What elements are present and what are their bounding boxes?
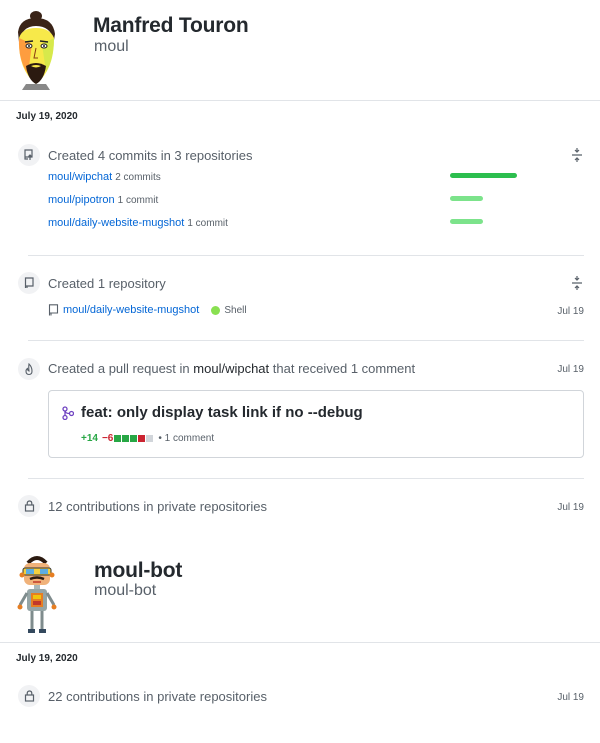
created-repo-row: moul/daily-website-mugshot Shell xyxy=(48,304,247,316)
commit-bar xyxy=(450,219,483,224)
commit-count[interactable]: 1 commit xyxy=(118,195,159,206)
commit-repo-row: moul/wipchat 2 commits xyxy=(48,171,161,183)
pull-request-card: feat: only display task link if no --deb… xyxy=(48,390,584,458)
lock-icon xyxy=(18,495,40,517)
profile-header: Manfred Touron moul xyxy=(0,0,600,100)
lock-icon xyxy=(18,685,40,707)
commits-event-title: Created 4 commits in 3 repositories xyxy=(48,148,253,163)
avatar[interactable] xyxy=(14,553,60,637)
commit-count[interactable]: 1 commit xyxy=(187,218,228,229)
divider xyxy=(28,255,584,256)
repo-event-title: Created 1 repository xyxy=(48,276,166,291)
commit-repo-row: moul/pipotron 1 commit xyxy=(48,194,158,206)
diff-box xyxy=(114,435,122,442)
avatar[interactable] xyxy=(10,10,62,90)
diff-box xyxy=(138,435,146,442)
repo-link[interactable]: moul/daily-website-mugshot xyxy=(48,217,184,229)
pr-comments-count[interactable]: • 1 comment xyxy=(158,433,214,444)
divider xyxy=(0,642,600,643)
pull-request-title[interactable]: feat: only display task link if no --deb… xyxy=(81,404,363,421)
repo-push-icon xyxy=(18,144,40,166)
deletions-count: −6 xyxy=(101,433,114,444)
git-pull-request-icon xyxy=(62,406,74,420)
repo-icon xyxy=(18,272,40,294)
diff-box xyxy=(130,435,138,442)
profile-login: moul xyxy=(94,38,129,55)
private-contributions-title: 22 contributions in private repositories xyxy=(48,689,267,704)
event-date: Jul 19 xyxy=(557,692,584,703)
divider xyxy=(0,100,600,101)
fold-icon[interactable] xyxy=(571,276,583,290)
flame-icon xyxy=(18,358,40,380)
pr-diff-stats: +14 −6 • 1 comment xyxy=(81,433,214,444)
repo-link[interactable]: moul/wipchat xyxy=(193,361,269,376)
profile-name: moul-bot xyxy=(94,559,183,582)
divider xyxy=(28,340,584,341)
pr-event-title-prefix: Created a pull request in xyxy=(48,361,190,376)
language-color-dot xyxy=(211,305,221,315)
activity-date: July 19, 2020 xyxy=(16,653,78,664)
diff-box xyxy=(146,435,154,442)
pr-event-title: Created a pull request in moul/wipchat t… xyxy=(48,361,415,376)
event-date: Jul 19 xyxy=(557,502,584,513)
repo-icon xyxy=(48,304,59,316)
commit-count[interactable]: 2 commits xyxy=(115,172,161,183)
event-date: Jul 19 xyxy=(557,364,584,375)
event-date: Jul 19 xyxy=(557,306,584,317)
repo-link[interactable]: moul/daily-website-mugshot xyxy=(63,304,199,316)
commit-bar xyxy=(450,196,483,201)
diff-box xyxy=(122,435,130,442)
profile-login: moul-bot xyxy=(94,582,157,599)
commit-bar xyxy=(450,173,517,178)
additions-count: +14 xyxy=(81,433,98,444)
profile-name: Manfred Touron xyxy=(93,14,249,37)
repo-link[interactable]: moul/pipotron xyxy=(48,194,115,206)
fold-icon[interactable] xyxy=(571,148,583,162)
commit-repo-row: moul/daily-website-mugshot 1 commit xyxy=(48,217,228,229)
repo-link[interactable]: moul/wipchat xyxy=(48,171,112,183)
pr-event-title-suffix: that received 1 comment xyxy=(272,361,416,376)
profile-header: moul-bot moul-bot xyxy=(0,545,600,645)
private-contributions-title: 12 contributions in private repositories xyxy=(48,499,267,514)
divider xyxy=(28,478,584,479)
activity-date: July 19, 2020 xyxy=(16,111,78,122)
repo-language: Shell xyxy=(224,304,247,316)
